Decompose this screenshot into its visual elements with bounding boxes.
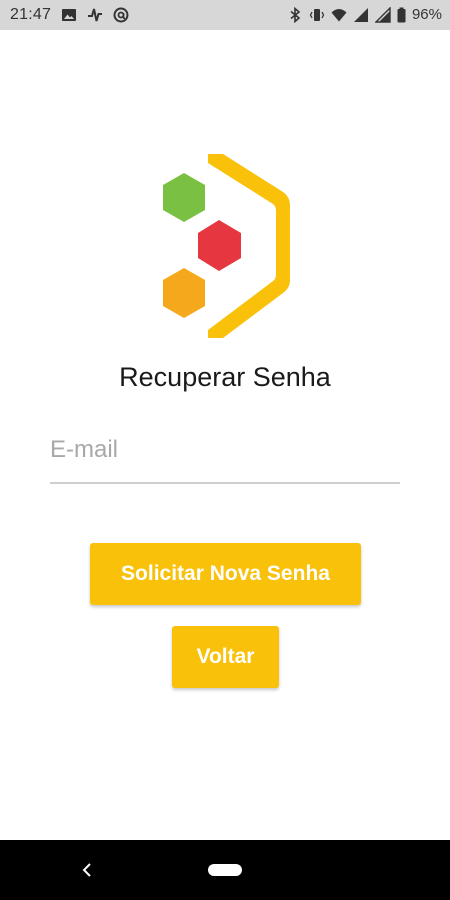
bluetooth-icon [287,6,303,23]
status-bar: 21:47 96% [0,0,450,30]
logo-hex-orange [163,268,205,318]
logo-hex-green [163,173,205,222]
signal-icon [374,6,391,23]
logo-hex-red [198,220,241,271]
at-sign-icon [113,7,129,23]
battery-percent: 96% [411,6,442,23]
email-field [50,418,400,486]
email-input[interactable] [50,418,400,484]
page-title: Recuperar Senha [119,362,331,392]
vibrate-icon [309,7,325,23]
back-button[interactable]: Voltar [172,626,279,688]
battery-icon [397,7,406,23]
app-logo [155,152,295,342]
image-icon [61,7,77,23]
nav-home-pill[interactable] [208,864,242,876]
activity-icon [87,7,103,23]
status-bar-right: 96% [287,6,442,23]
wifi-icon [331,7,347,23]
navigation-bar [0,840,450,900]
request-new-password-button[interactable]: Solicitar Nova Senha [90,543,361,605]
password-recovery-screen: 21:47 96% Recuperar Senha E-mail Solicit… [0,0,450,900]
status-bar-left: 21:47 [10,6,129,24]
status-time: 21:47 [10,6,52,23]
nav-back-icon[interactable] [76,858,98,882]
signal-icon [353,7,369,23]
